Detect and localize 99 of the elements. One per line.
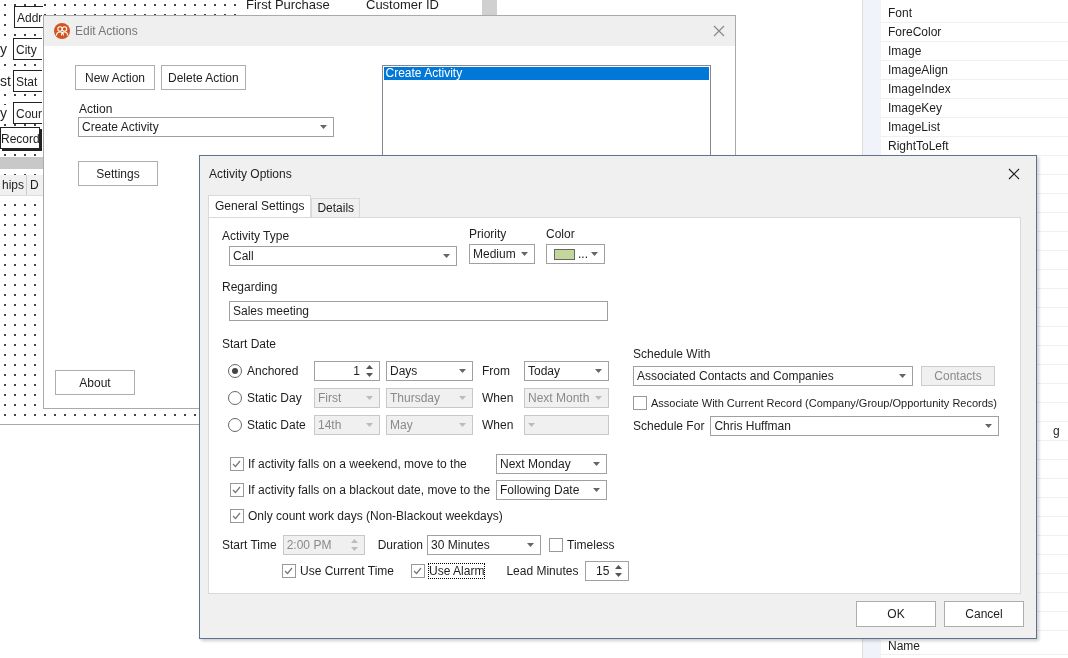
dropdown-caret-icon — [527, 543, 535, 547]
dropdown-caret-icon — [899, 374, 906, 378]
dropdown-caret-icon — [459, 368, 466, 373]
property-name[interactable]: Font — [881, 6, 912, 20]
dropdown-caret-icon — [593, 462, 600, 466]
checkbox[interactable] — [549, 538, 564, 552]
radio-button[interactable] — [228, 390, 242, 405]
dropdown-caret-icon — [366, 422, 373, 427]
property-name[interactable]: RightToLeft — [881, 139, 949, 153]
field-label: Regarding — [222, 280, 279, 294]
checkbox-label: Timeless — [567, 538, 615, 552]
designer-field[interactable]: Addr — [14, 6, 43, 28]
dropdown-field[interactable]: Create Activity — [78, 117, 334, 137]
checkbox[interactable] — [633, 396, 647, 410]
radio-label: Static Date — [247, 417, 306, 432]
radio-label: Anchored — [247, 363, 299, 378]
designer-field[interactable]: Cour — [13, 102, 42, 124]
checkbox[interactable] — [282, 564, 296, 578]
checkbox-label: If activity falls on a blackout date, move to the — [248, 483, 491, 497]
dropdown-caret-icon — [320, 125, 327, 129]
spinner-field[interactable]: 15 — [585, 561, 630, 581]
property-name[interactable]: ImageList — [881, 120, 941, 134]
property-name[interactable]: ImageAlign — [881, 63, 949, 77]
checkbox[interactable] — [230, 457, 244, 471]
dropdown-caret-icon — [366, 395, 373, 400]
dropdown-field[interactable]: Call — [229, 246, 457, 266]
radio-button[interactable] — [228, 363, 242, 378]
dropdown-field[interactable]: Associated Contacts and Companies — [633, 366, 913, 386]
dialog-button[interactable]: Cancel — [944, 601, 1024, 627]
window-title: Edit Actions — [75, 24, 139, 38]
window-title: Activity Options — [209, 167, 293, 181]
spinner-field[interactable]: 1 — [314, 360, 380, 381]
dropdown-field[interactable]: Following Date — [496, 480, 607, 500]
checkbox-label: Associate With Current Record (Company/Group/Opportunity Records) — [651, 397, 998, 409]
checkbox-label: Use Current Time — [300, 564, 395, 578]
field-caption: st — [0, 73, 13, 89]
dropdown-caret-icon — [591, 252, 598, 256]
dropdown-caret-icon — [521, 252, 528, 256]
spinner-arrows-icon — [366, 363, 373, 378]
field-label: Schedule With — [633, 347, 712, 361]
field-label: Start Time — [222, 538, 277, 552]
field-label: Action — [79, 102, 113, 116]
checkbox-label: Use Alarm — [429, 564, 485, 578]
property-value[interactable]: g — [1053, 422, 1060, 440]
radio-button[interactable] — [228, 417, 242, 432]
dropdown-caret-icon — [593, 488, 600, 492]
checkbox[interactable] — [230, 483, 244, 497]
dropdown-caret-icon — [985, 424, 993, 428]
regarding-input[interactable]: Sales meeting — [229, 301, 608, 321]
spinner-arrows-icon — [615, 564, 623, 578]
about-button[interactable]: About — [55, 370, 135, 395]
dropdown-field[interactable]: Today — [524, 360, 609, 381]
dropdown-field[interactable] — [524, 414, 609, 435]
dropdown-caret-icon — [595, 368, 602, 373]
field-label: From — [481, 363, 511, 378]
dropdown-field[interactable]: Next Monday — [496, 454, 607, 474]
color-picker[interactable]: ... — [546, 244, 605, 264]
field-label: Activity Type — [222, 229, 291, 243]
property-name[interactable]: ImageIndex — [881, 82, 951, 96]
section-label: Start Date — [222, 337, 278, 351]
checkbox[interactable] — [230, 509, 244, 523]
action-button[interactable]: Delete Action — [161, 65, 246, 90]
spinner-arrows-icon — [350, 538, 358, 552]
dialog-button[interactable]: OK — [856, 601, 936, 627]
designer-tab[interactable]: hips — [0, 175, 27, 195]
property-name[interactable]: Name — [881, 639, 920, 653]
checkbox-label: Only count work days (Non-Blackout weekdays) — [248, 509, 503, 523]
checkbox-label: If activity falls on a weekend, move to the — [248, 457, 467, 471]
field-label: Lead Minutes — [506, 564, 579, 578]
app-people-icon — [54, 23, 70, 39]
tab[interactable]: Details — [311, 198, 361, 217]
action-button[interactable]: New Action — [75, 65, 155, 90]
checkbox[interactable] — [411, 564, 426, 578]
dropdown-caret-icon — [459, 422, 466, 427]
settings-button[interactable]: Settings — [78, 161, 158, 186]
close-icon[interactable] — [1008, 168, 1020, 180]
dropdown-field[interactable]: Medium — [469, 244, 535, 264]
dropdown-field[interactable]: Chris Huffman — [710, 416, 1000, 436]
dropdown-caret-icon — [459, 395, 466, 400]
dropdown-field[interactable]: Days — [386, 360, 473, 381]
tab[interactable]: General Settings — [208, 195, 312, 217]
dropdown-caret-icon — [443, 254, 450, 258]
field-label: Color — [546, 227, 576, 241]
designer-field[interactable]: City — [13, 38, 42, 60]
dropdown-caret-icon — [595, 395, 602, 400]
property-name[interactable]: ForeColor — [881, 25, 942, 39]
dropdown-field[interactable]: 30 Minutes — [427, 535, 542, 555]
designer-field[interactable]: Stat — [13, 70, 42, 92]
property-name[interactable]: Image — [881, 44, 922, 58]
list-item[interactable]: Create Activity — [383, 67, 709, 80]
designer-button[interactable]: Record — [0, 127, 40, 149]
field-label: Duration — [377, 538, 424, 552]
field-label: When — [481, 417, 515, 432]
property-name[interactable]: ImageKey — [881, 101, 943, 115]
radio-label: Static Day — [247, 390, 302, 405]
field-label: Schedule For — [633, 419, 705, 433]
field-label: When — [481, 390, 515, 405]
field-label: Priority — [469, 227, 508, 241]
dropdown-caret-icon — [528, 422, 535, 427]
